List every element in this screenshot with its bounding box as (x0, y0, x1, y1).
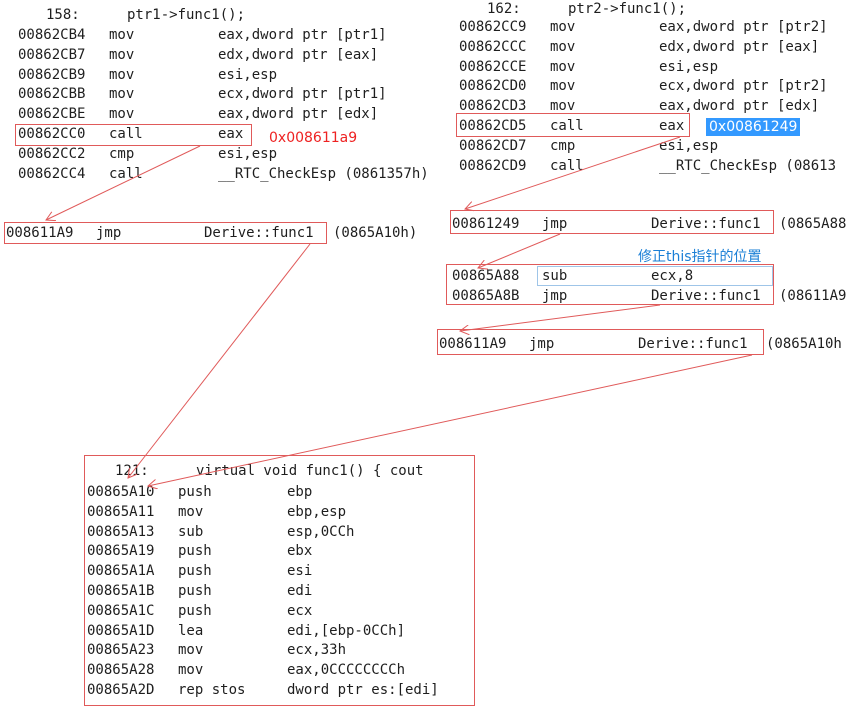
arrow-call-to-right-jump (465, 136, 681, 209)
arrow-left-jump-to-func1 (128, 243, 311, 478)
arrow-thunk-to-right-jump2 (460, 304, 661, 331)
flow-arrows (0, 136, 753, 711)
arrow-call-to-left-jump (46, 145, 201, 220)
arrow-right-jump-to-thunk (478, 233, 561, 268)
arrow-right-jump2-to-func1 (148, 354, 753, 486)
